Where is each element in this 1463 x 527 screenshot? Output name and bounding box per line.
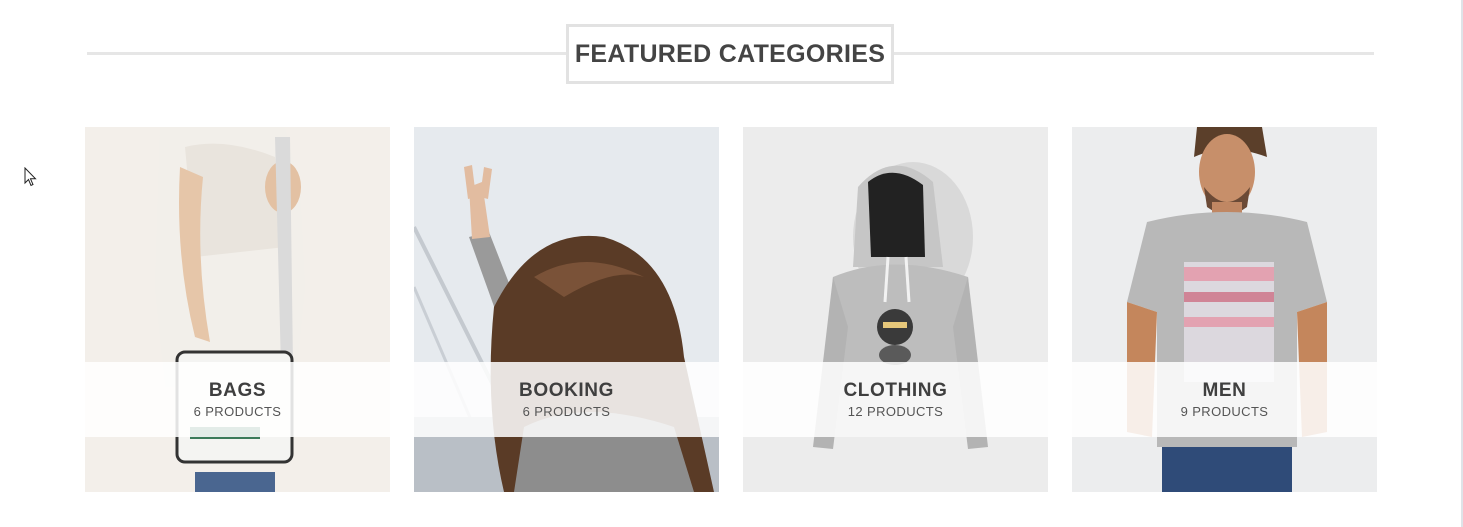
category-name[interactable]: MEN	[1202, 380, 1246, 402]
travel-photo-icon	[414, 127, 719, 492]
category-count: 6 PRODUCTS	[193, 404, 282, 419]
category-count: 9 PRODUCTS	[1180, 404, 1269, 419]
category-caption: CLOTHING 12 PRODUCTS	[743, 362, 1048, 437]
category-caption: MEN 9 PRODUCTS	[1072, 362, 1377, 437]
mouse-cursor-icon	[24, 167, 37, 187]
category-caption: BAGS 6 PRODUCTS	[85, 362, 390, 437]
category-name[interactable]: BAGS	[209, 380, 266, 402]
hoodie-photo-icon	[743, 127, 1048, 492]
category-card-bags[interactable]: BAGS 6 PRODUCTS	[85, 127, 390, 492]
man-tshirt-photo-icon	[1072, 127, 1377, 492]
category-card-men[interactable]: MEN 9 PRODUCTS	[1072, 127, 1377, 492]
category-count: 6 PRODUCTS	[522, 404, 611, 419]
category-name[interactable]: BOOKING	[519, 380, 614, 402]
category-caption: BOOKING 6 PRODUCTS	[414, 362, 719, 437]
section-title: FEATURED CATEGORIES	[574, 39, 886, 68]
bag-photo-icon	[85, 127, 390, 492]
category-count: 12 PRODUCTS	[847, 404, 944, 419]
category-card-clothing[interactable]: CLOTHING 12 PRODUCTS	[743, 127, 1048, 492]
category-name[interactable]: CLOTHING	[843, 380, 947, 402]
section-title-box: FEATURED CATEGORIES	[566, 24, 894, 84]
category-card-booking[interactable]: BOOKING 6 PRODUCTS	[414, 127, 719, 492]
